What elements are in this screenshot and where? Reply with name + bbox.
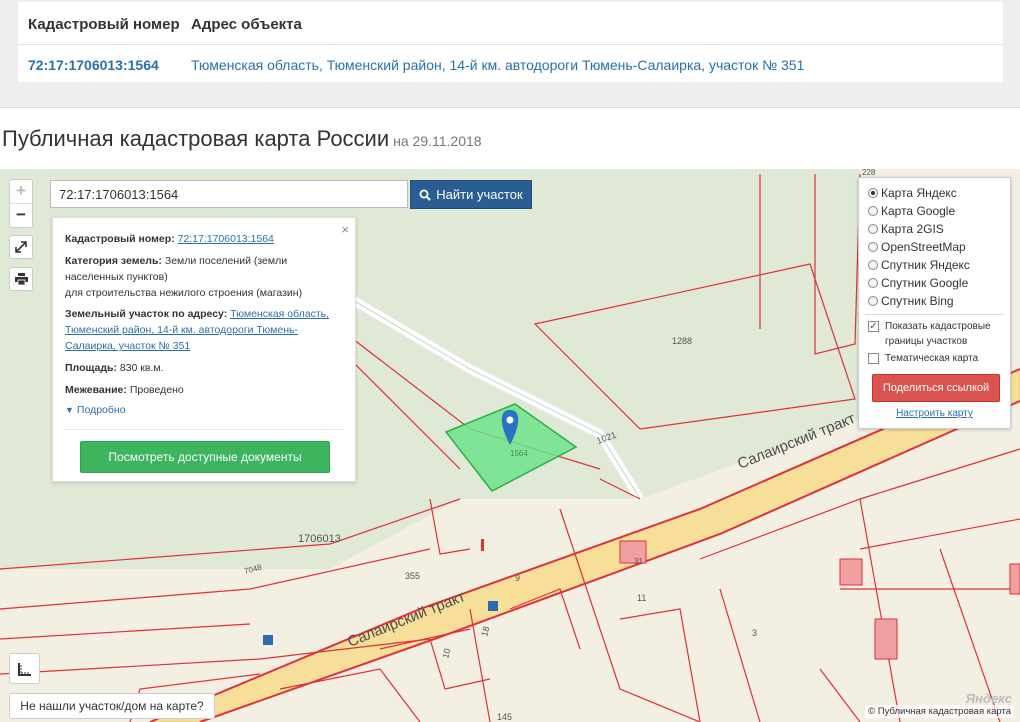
thematic-option[interactable]: Тематическая карта (868, 351, 978, 366)
results-table: Кадастровый номер Адрес объекта 72:17:17… (18, 2, 1003, 82)
table-row[interactable]: 72:17:1706013:1564 Тюменская область, Тю… (18, 45, 1003, 83)
layer-label: Спутник Google (881, 275, 969, 290)
info-area: Площадь: 830 кв.м. (65, 360, 335, 376)
parcel-number-label: 31 (634, 557, 643, 566)
ruler-button[interactable] (9, 653, 40, 684)
page-title-text: Публичная кадастровая карта России (2, 126, 390, 151)
parcel-number-label: 355 (405, 571, 420, 581)
layer-option[interactable]: Карта Google (868, 202, 955, 219)
close-icon[interactable]: × (341, 222, 349, 237)
details-label: Подробно (76, 404, 126, 416)
layer-label: Карта Google (881, 203, 956, 218)
info-category: Категория земель: Земли поселений (земли… (65, 253, 335, 301)
layer-option[interactable]: Спутник Bing (868, 292, 954, 309)
checkbox[interactable] (868, 353, 879, 364)
radio[interactable] (868, 277, 878, 288)
results-area: Кадастровый номер Адрес объекта 72:17:17… (0, 0, 1020, 108)
zoom-out-button[interactable]: − (10, 204, 32, 227)
parcel-number-label: 1288 (672, 336, 692, 346)
zoom-control: + − (9, 179, 33, 228)
details-toggle[interactable]: ▼ Подробно (65, 404, 126, 416)
parcel-number-label: 3 (752, 628, 757, 638)
info-address-label: Земельный участок по адресу: (65, 308, 228, 320)
show-borders-label: Показать кадастровые границы участков (885, 321, 991, 347)
view-documents-button[interactable]: Посмотреть доступные документы (80, 441, 330, 473)
print-icon (14, 273, 28, 285)
not-found-button[interactable]: Не нашли участок/дом на карте? (9, 693, 215, 719)
layer-label: Спутник Яндекс (881, 257, 970, 272)
cadastral-map[interactable]: 1564 1288 1021 1706013 7048 355 9 11 3 1… (0, 169, 1020, 722)
parcel-label: 1564 (510, 449, 528, 458)
page-date: на 29.11.2018 (393, 133, 482, 149)
configure-map-link[interactable]: Настроить карту (859, 408, 1010, 419)
zoom-in-button[interactable]: + (10, 180, 32, 204)
info-cadastral-label: Кадастровый номер: (65, 233, 175, 245)
map-layers-panel: Карта Яндекс Карта Google Карта 2GIS Ope… (858, 177, 1011, 429)
block-number-label: 1706013 (298, 533, 341, 545)
info-area-label: Площадь: (65, 362, 117, 374)
parcel-info-panel: × Кадастровый номер: 72:17:1706013:1564 … (52, 217, 356, 482)
layer-label: Карта Яндекс (881, 185, 957, 200)
info-cadastral-link[interactable]: 72:17:1706013:1564 (178, 233, 274, 245)
cadastral-number-link[interactable]: 72:17:1706013:1564 (28, 57, 159, 73)
show-borders-option[interactable]: ✓ Показать кадастровые границы участков (868, 319, 1006, 349)
layer-option[interactable]: Спутник Яндекс (868, 256, 970, 273)
radio[interactable] (868, 241, 878, 252)
thematic-label: Тематическая карта (885, 353, 979, 364)
radio[interactable] (868, 295, 878, 306)
parcel-number-label: 9 (515, 573, 520, 583)
info-area-value: 830 кв.м. (119, 362, 164, 374)
info-survey-label: Межевание: (65, 384, 127, 396)
results-table-header: Кадастровый номер Адрес объекта (18, 2, 1003, 45)
divider (865, 314, 1004, 315)
radio-selected[interactable] (868, 187, 878, 198)
column-header-address: Адрес объекта (191, 16, 302, 33)
column-header-cadastral: Кадастровый номер (28, 16, 180, 33)
bus-stop-icon (263, 635, 273, 645)
building (874, 618, 898, 660)
radio[interactable] (868, 205, 878, 216)
find-parcel-label: Найти участок (436, 187, 523, 202)
yandex-logo: Яндекс (965, 691, 1012, 706)
layer-option[interactable]: Карта Яндекс (868, 184, 957, 201)
info-category-label: Категория земель: (65, 255, 162, 267)
layer-option[interactable]: Спутник Google (868, 274, 968, 291)
parcel-number-label: 11 (637, 593, 646, 603)
info-address: Земельный участок по адресу: Тюменская о… (65, 306, 335, 354)
ruler-icon (17, 662, 31, 676)
find-parcel-button[interactable]: Найти участок (410, 180, 532, 209)
building (1009, 563, 1020, 595)
radio[interactable] (868, 223, 878, 234)
layer-option[interactable]: OpenStreetMap (868, 238, 966, 255)
info-survey-value: Проведено (129, 384, 184, 396)
layer-label: Карта 2GIS (881, 221, 944, 236)
cadastral-search-input[interactable] (50, 180, 408, 208)
fullscreen-button[interactable] (9, 235, 33, 259)
layer-label: Спутник Bing (881, 293, 954, 308)
bus-stop-icon (488, 601, 498, 611)
caret-down-icon: ▼ (65, 405, 74, 415)
info-category-use: для строительства нежилого строения (маг… (65, 287, 303, 299)
address-link[interactable]: Тюменская область, Тюменский район, 14-й… (191, 57, 804, 73)
share-link-button[interactable]: Поделиться ссылкой (872, 374, 1000, 402)
parcel-number-label: 228 (862, 169, 876, 177)
checkbox-checked[interactable]: ✓ (868, 321, 879, 332)
layer-option[interactable]: Карта 2GIS (868, 220, 944, 237)
building (839, 558, 863, 586)
page-title: Публичная кадастровая карта России на 29.… (2, 126, 482, 152)
parcel-number-label: 145 (497, 712, 512, 722)
expand-icon (15, 241, 27, 253)
divider (65, 429, 343, 430)
info-cadastral: Кадастровый номер: 72:17:1706013:1564 (65, 231, 335, 247)
info-survey: Межевание: Проведено (65, 382, 335, 398)
marker-stroke (481, 539, 484, 551)
map-copyright[interactable]: © Публичная кадастровая карта (865, 705, 1014, 718)
print-button[interactable] (9, 267, 33, 291)
layer-label: OpenStreetMap (881, 239, 966, 254)
search-icon (419, 189, 431, 201)
radio[interactable] (868, 259, 878, 270)
